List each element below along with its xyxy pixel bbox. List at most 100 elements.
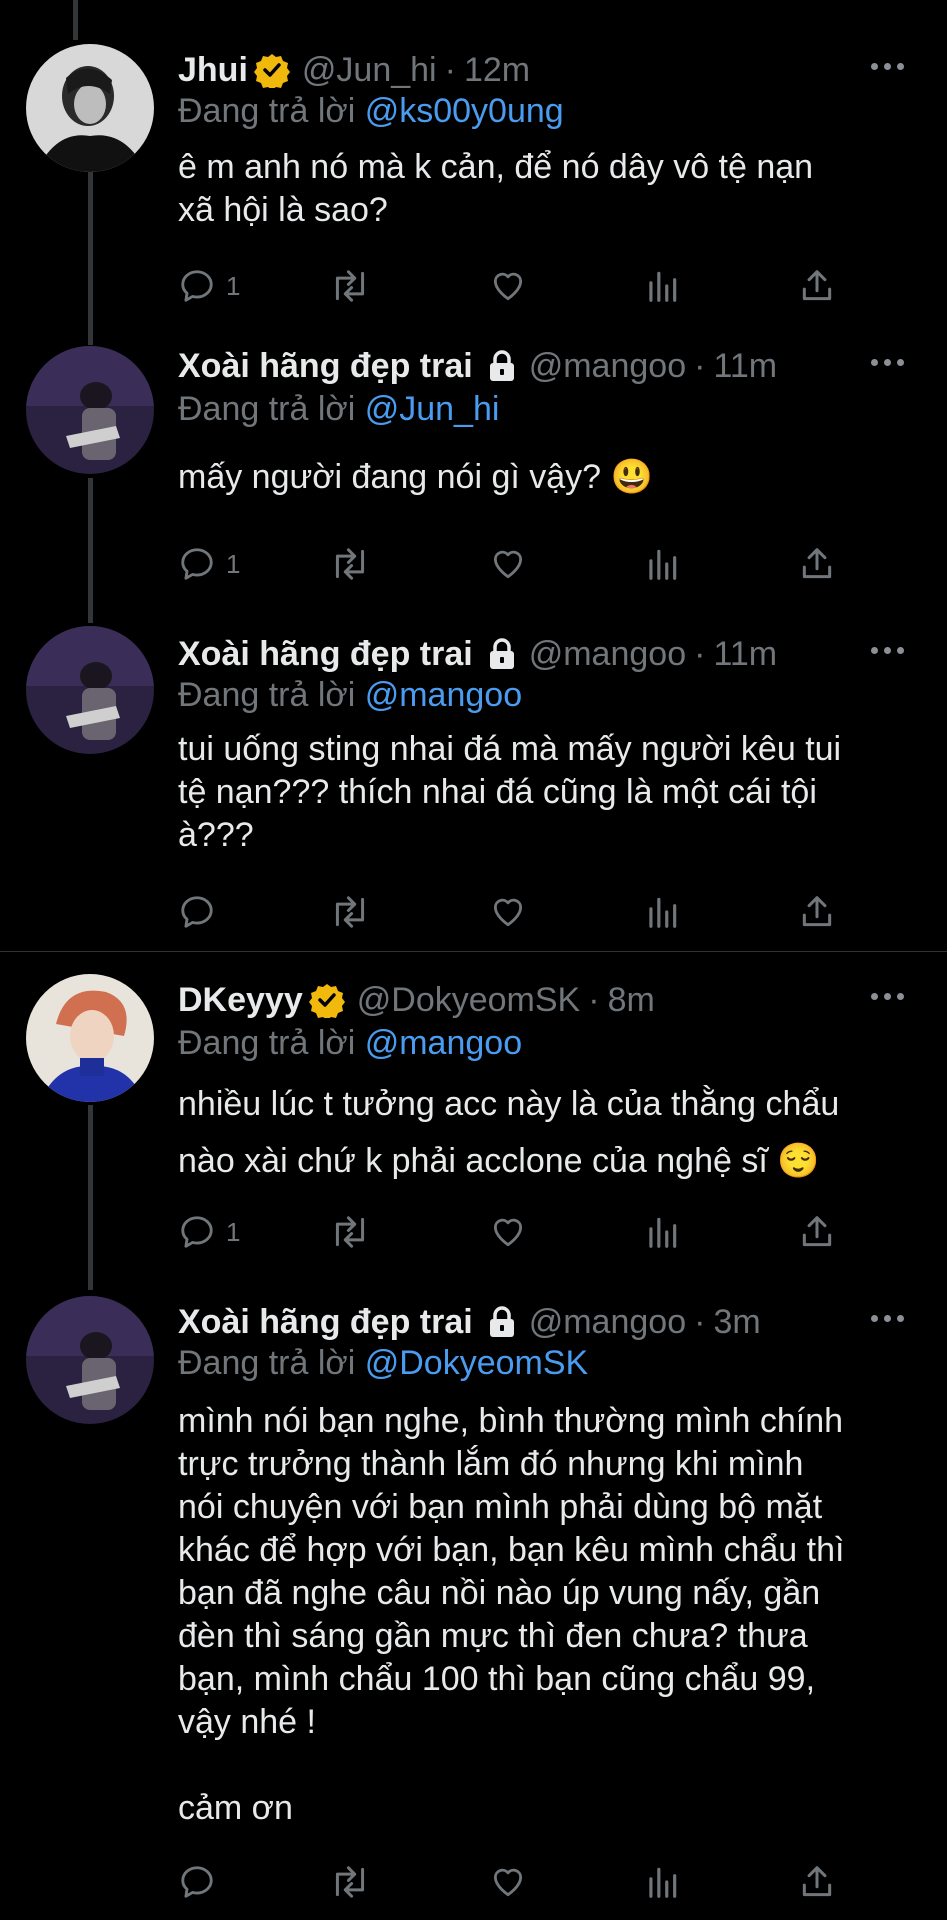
display-name[interactable]: Jhui [178,51,248,90]
tweet-text: nhiều lúc t tưởng acc này là của thằng c… [178,1085,840,1180]
tweet-text: mình nói bạn nghe, bình thường mình chín… [178,1402,845,1827]
replying-to: Đang trả lời @ks00y0ung [178,92,564,131]
like-button[interactable] [488,1858,528,1906]
reply-to-link[interactable]: @ks00y0ung [365,92,564,130]
share-button[interactable] [798,262,836,310]
heart-icon [493,1218,523,1247]
tweet[interactable]: Xoài hãng đẹp trai @mangoo · 11m Đang tr… [0,320,947,600]
comment-bubble-icon [181,270,213,302]
tweet[interactable]: Jhui @Jun_hi · 12m Đang trả lời @ks00y0u… [0,0,947,320]
display-name[interactable]: Xoài hãng đẹp trai [178,347,473,386]
more-dots-icon[interactable] [871,56,911,76]
more-dots-icon[interactable] [871,986,911,1006]
tweet-header: Xoài hãng đẹp trai @mangoo · 3m [178,1300,761,1344]
display-name[interactable]: Xoài hãng đẹp trai [178,1303,473,1342]
handle[interactable]: @mangoo [529,1303,686,1342]
reply-to-link[interactable]: @Jun_hi [365,390,500,428]
handle[interactable]: @mangoo [529,347,686,386]
like-button[interactable] [488,262,528,310]
heart-icon [493,272,523,301]
timestamp[interactable]: 8m [608,981,655,1020]
more-dots-icon[interactable] [871,352,911,372]
retweet-button[interactable] [328,1858,372,1906]
like-button[interactable] [488,1208,528,1256]
views-button[interactable] [643,1858,681,1906]
retweet-button[interactable] [328,540,372,588]
share-button[interactable] [798,888,836,936]
avatar[interactable] [26,1296,154,1424]
reply-count: 1 [226,548,241,579]
tweet[interactable]: DKeyyy @DokyeomSK · 8m Đang trả lời @man… [0,952,947,1270]
share-icon [802,1216,832,1247]
share-button[interactable] [798,1208,836,1256]
reply-button[interactable]: 1 [178,262,240,310]
reply-to-link[interactable]: @mangoo [365,1024,522,1062]
retweet-icon [335,548,365,580]
views-button[interactable] [643,540,681,588]
views-button[interactable] [643,1208,681,1256]
handle[interactable]: @mangoo [529,635,686,674]
bar-chart-icon [649,549,677,580]
avatar[interactable] [26,346,154,474]
action-bar [178,888,838,936]
retweet-button[interactable] [328,262,372,310]
share-icon [802,270,832,301]
reply-button[interactable] [178,888,226,936]
avatar[interactable] [26,44,154,172]
retweet-icon [335,1216,365,1248]
reply-button[interactable] [178,1858,226,1906]
share-icon [802,548,832,579]
avatar[interactable] [26,626,154,754]
reply-prefix: Đang trả lời [178,676,356,714]
retweet-icon [335,270,365,302]
tweet-header: Jhui @Jun_hi · 12m [178,48,530,92]
lock-icon [487,637,517,671]
share-icon [802,1866,832,1897]
bar-chart-icon [649,1217,677,1248]
replying-to: Đang trả lời @Jun_hi [178,390,499,429]
share-icon [802,896,832,927]
display-name[interactable]: Xoài hãng đẹp trai [178,635,473,674]
timestamp[interactable]: 12m [464,51,530,90]
tweet[interactable]: Xoài hãng đẹp trai @mangoo · 3m Đang trả… [0,1270,947,1920]
tweet-text: ê m anh nó mà k cản, để nó dây vô tệ nạn… [178,148,814,229]
avatar[interactable] [26,974,154,1102]
heart-icon [493,550,523,579]
timestamp[interactable]: 11m [713,347,777,386]
retweet-button[interactable] [328,888,372,936]
separator-dot: · [694,346,706,385]
comment-bubble-icon [181,1866,213,1898]
timestamp[interactable]: 11m [713,635,777,674]
reply-count: 1 [226,270,241,301]
reply-to-link[interactable]: @DokyeomSK [365,1344,588,1382]
action-bar [178,1858,838,1906]
reply-button[interactable]: 1 [178,540,240,588]
handle[interactable]: @Jun_hi [302,51,437,90]
more-dots-icon[interactable] [871,640,911,660]
action-bar: 1 [178,1208,838,1256]
action-bar: 1 [178,540,838,588]
tweet[interactable]: Xoài hãng đẹp trai @mangoo · 11m Đang tr… [0,600,947,950]
share-button[interactable] [798,1858,836,1906]
retweet-button[interactable] [328,1208,372,1256]
like-button[interactable] [488,540,528,588]
share-button[interactable] [798,540,836,588]
reply-button[interactable]: 1 [178,1208,240,1256]
action-bar: 1 [178,262,838,310]
reply-to-link[interactable]: @mangoo [365,676,522,714]
handle[interactable]: @DokyeomSK [357,981,580,1020]
retweet-icon [335,896,365,928]
like-button[interactable] [488,888,528,936]
bar-chart-icon [649,271,677,302]
display-name[interactable]: DKeyyy [178,981,303,1020]
views-button[interactable] [643,888,681,936]
views-button[interactable] [643,262,681,310]
tweet-header: Xoài hãng đẹp trai @mangoo · 11m [178,344,777,388]
verified-badge-icon [253,52,290,88]
more-dots-icon[interactable] [871,1308,911,1328]
reply-prefix: Đang trả lời [178,1024,356,1062]
separator-dot: · [694,634,706,673]
separator-dot: · [694,1302,706,1341]
replying-to: Đang trả lời @DokyeomSK [178,1344,588,1383]
timestamp[interactable]: 3m [713,1303,760,1342]
